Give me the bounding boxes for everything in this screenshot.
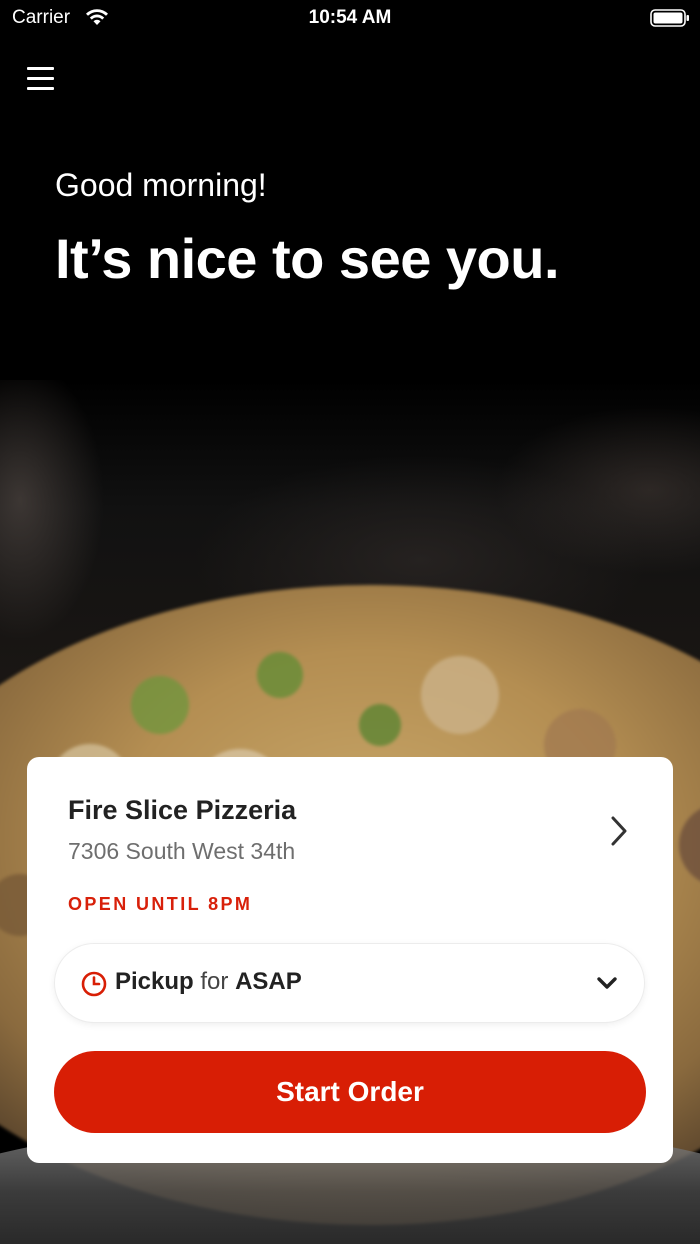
store-name: Fire Slice Pizzeria [68, 795, 297, 825]
store-address: 7306 South West 34th [68, 838, 296, 864]
chevron-right-icon[interactable] [607, 813, 631, 849]
battery-icon [650, 9, 689, 27]
store-location-row[interactable]: Fire Slice Pizzeria 7306 South West 34th [27, 757, 673, 877]
order-time: ASAP [235, 968, 302, 995]
order-method: Pickup [115, 968, 194, 995]
clock-icon [81, 971, 107, 997]
headline-text: It’s nice to see you. [55, 227, 560, 290]
hamburger-menu-icon[interactable] [22, 62, 60, 96]
open-status-badge: OPEN UNTIL 8PM [68, 894, 253, 914]
chevron-down-icon [597, 977, 617, 989]
order-card: Fire Slice Pizzeria 7306 South West 34th… [27, 757, 673, 1163]
status-bar: Carrier 10:54 AM [0, 0, 700, 40]
status-time: 10:54 AM [308, 7, 392, 28]
order-connector: for [200, 968, 229, 995]
home-screen: Carrier 10:54 AM Good morning! It’s nice… [0, 0, 700, 1244]
greeting-text: Good morning! [55, 167, 267, 203]
order-type-select[interactable]: Pickup for ASAP [55, 944, 644, 1022]
start-order-button[interactable]: Start Order [54, 1051, 646, 1133]
order-type-summary: Pickup for ASAP [115, 968, 302, 996]
